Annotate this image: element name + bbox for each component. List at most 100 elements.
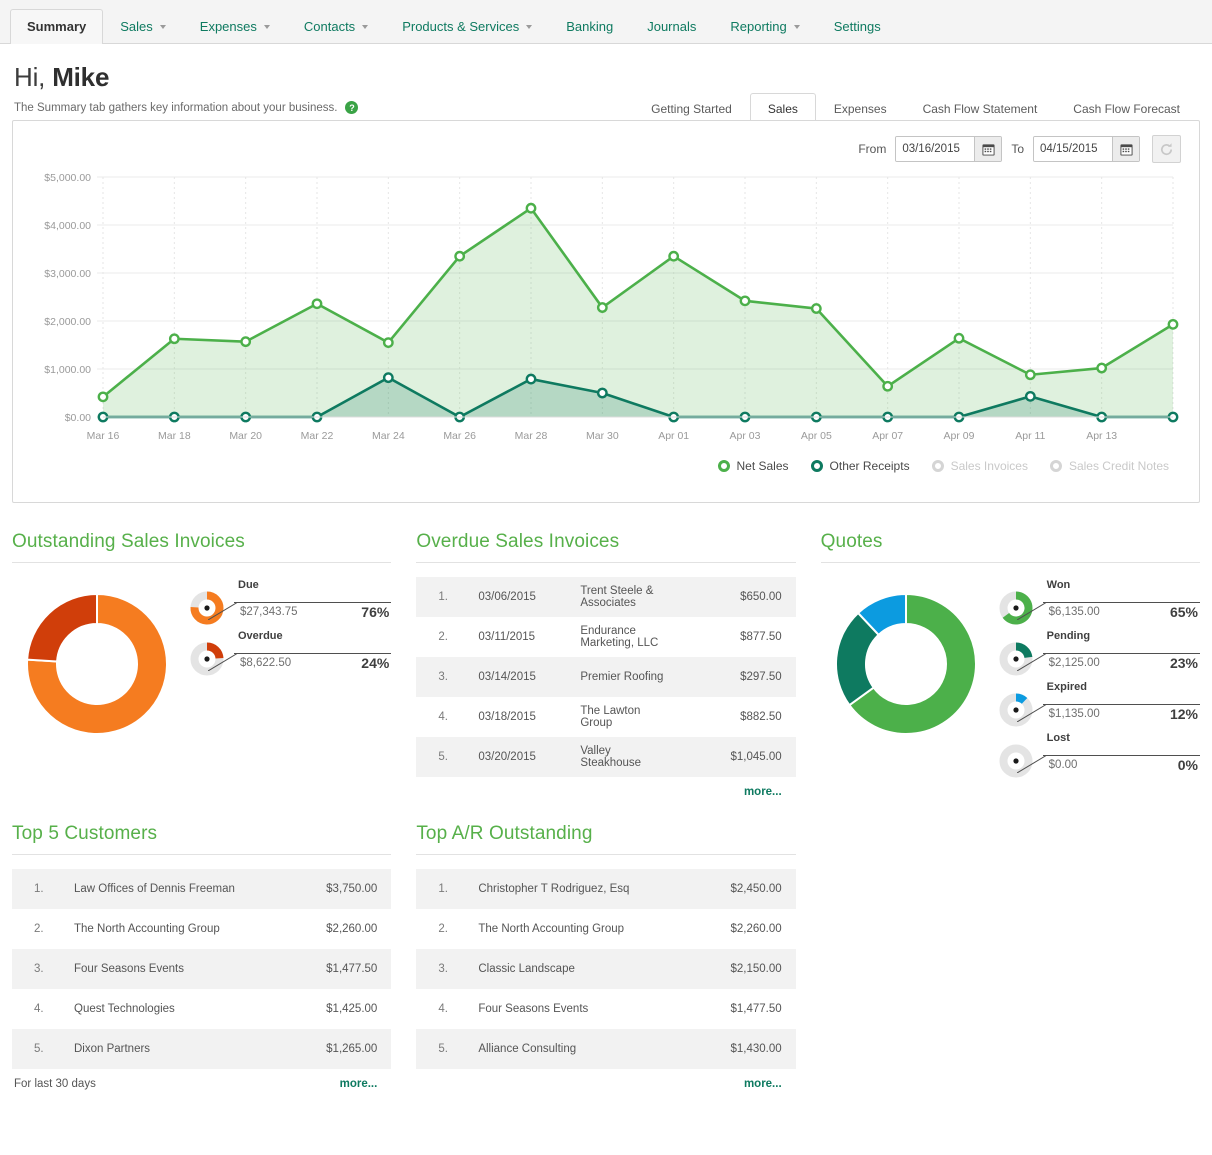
gauge-percent: 0% bbox=[1178, 757, 1198, 773]
row-name: Premier Roofing bbox=[566, 657, 683, 697]
table-row[interactable]: 1.03/06/2015Trent Steele & Associates$65… bbox=[416, 577, 795, 617]
gauge-amount: $0.00 bbox=[1049, 759, 1078, 771]
top-ar-more-link[interactable]: more... bbox=[744, 1078, 782, 1090]
table-row[interactable]: 4.Four Seasons Events$1,477.50 bbox=[416, 989, 795, 1029]
row-amount: $877.50 bbox=[684, 617, 796, 657]
nav-item-products-services[interactable]: Products & Services bbox=[385, 9, 549, 44]
table-row[interactable]: 2.The North Accounting Group$2,260.00 bbox=[416, 909, 795, 949]
row-index: 4. bbox=[416, 989, 464, 1029]
nav-item-label: Contacts bbox=[304, 19, 355, 34]
svg-text:$3,000.00: $3,000.00 bbox=[44, 268, 91, 280]
refresh-button[interactable] bbox=[1152, 135, 1181, 163]
nav-item-reporting[interactable]: Reporting bbox=[713, 9, 816, 44]
table-row[interactable]: 4.Quest Technologies$1,425.00 bbox=[12, 989, 391, 1029]
row-date: 03/20/2015 bbox=[464, 737, 566, 777]
table-row[interactable]: 5.Dixon Partners$1,265.00 bbox=[12, 1029, 391, 1069]
empty-panel-slot bbox=[821, 823, 1200, 1090]
table-row[interactable]: 3.03/14/2015Premier Roofing$297.50 bbox=[416, 657, 795, 697]
row-index: 3. bbox=[416, 949, 464, 989]
row-index: 1. bbox=[416, 577, 464, 617]
row-name: Alliance Consulting bbox=[464, 1029, 683, 1069]
overdue-sales-invoices-panel: Overdue Sales Invoices 1.03/06/2015Trent… bbox=[416, 531, 820, 798]
chevron-down-icon bbox=[794, 25, 800, 29]
row-index: 2. bbox=[12, 909, 60, 949]
from-date-input[interactable] bbox=[896, 137, 974, 161]
help-icon[interactable]: ? bbox=[345, 101, 358, 114]
from-date-field[interactable] bbox=[895, 136, 1002, 162]
nav-item-expenses[interactable]: Expenses bbox=[183, 9, 287, 44]
nav-item-journals[interactable]: Journals bbox=[630, 9, 713, 44]
user-name: Mike bbox=[52, 62, 109, 92]
nav-item-label: Settings bbox=[834, 19, 881, 34]
row-amount: $1,045.00 bbox=[684, 737, 796, 777]
row-name: Classic Landscape bbox=[464, 949, 683, 989]
gauge-legend-row[interactable]: Won$6,135.0065% bbox=[999, 579, 1200, 630]
row-index: 4. bbox=[12, 989, 60, 1029]
to-date-input[interactable] bbox=[1034, 137, 1112, 161]
row-name: Quest Technologies bbox=[60, 989, 279, 1029]
gauge-amount: $27,343.75 bbox=[240, 606, 298, 618]
svg-text:Apr 03: Apr 03 bbox=[730, 430, 761, 442]
row-amount: $1,477.50 bbox=[279, 949, 391, 989]
table-row[interactable]: 4.03/18/2015The Lawton Group$882.50 bbox=[416, 697, 795, 737]
nav-item-summary[interactable]: Summary bbox=[10, 9, 103, 44]
gauge-legend-row[interactable]: Pending$2,125.0023% bbox=[999, 630, 1200, 681]
gauge-legend-row[interactable]: Due$27,343.7576% bbox=[190, 579, 391, 630]
top-customers-more-row: For last 30 days more... bbox=[12, 1069, 391, 1090]
nav-item-sales[interactable]: Sales bbox=[103, 9, 183, 44]
gauge-label: Won bbox=[1047, 579, 1071, 591]
from-calendar-icon[interactable] bbox=[974, 137, 1001, 161]
gauge-legend-row[interactable]: Expired$1,135.0012% bbox=[999, 681, 1200, 732]
row-index: 1. bbox=[416, 869, 464, 909]
donut-slice[interactable] bbox=[27, 594, 97, 661]
chevron-down-icon bbox=[264, 25, 270, 29]
table-row[interactable]: 3.Four Seasons Events$1,477.50 bbox=[12, 949, 391, 989]
nav-item-settings[interactable]: Settings bbox=[817, 9, 898, 44]
row-amount: $297.50 bbox=[684, 657, 796, 697]
gauge-legend-row[interactable]: Lost $0.00 0% bbox=[999, 732, 1200, 783]
table-row[interactable]: 5.Alliance Consulting$1,430.00 bbox=[416, 1029, 795, 1069]
svg-text:Mar 30: Mar 30 bbox=[586, 430, 619, 442]
sales-chart-card: From To $5,000.00$4,000.00$3,000.00$2,00… bbox=[12, 120, 1200, 503]
nav-item-label: Banking bbox=[566, 19, 613, 34]
gauge-percent: 76% bbox=[361, 604, 389, 620]
quotes-panel: Quotes Won$6,135.0065%Pending$2,125.0023… bbox=[821, 531, 1200, 798]
table-row[interactable]: 1.Law Offices of Dennis Freeman$3,750.00 bbox=[12, 869, 391, 909]
gauge-label: Lost bbox=[1047, 732, 1070, 744]
nav-item-banking[interactable]: Banking bbox=[549, 9, 630, 44]
row-name: Dixon Partners bbox=[60, 1029, 279, 1069]
panel-row-bottom: Top 5 Customers 1.Law Offices of Dennis … bbox=[0, 823, 1212, 1090]
nav-item-label: Summary bbox=[27, 19, 86, 34]
row-index: 3. bbox=[416, 657, 464, 697]
overdue-invoices-table: 1.03/06/2015Trent Steele & Associates$65… bbox=[416, 577, 795, 777]
row-amount: $882.50 bbox=[684, 697, 796, 737]
svg-text:Mar 26: Mar 26 bbox=[443, 430, 476, 442]
row-amount: $2,260.00 bbox=[684, 909, 796, 949]
row-index: 4. bbox=[416, 697, 464, 737]
row-index: 5. bbox=[416, 737, 464, 777]
from-label: From bbox=[858, 142, 886, 156]
gauge-label: Pending bbox=[1047, 630, 1090, 642]
gauge-amount: $8,622.50 bbox=[240, 657, 291, 669]
gauge-percent: 65% bbox=[1170, 604, 1198, 620]
row-amount: $1,265.00 bbox=[279, 1029, 391, 1069]
overdue-more-link[interactable]: more... bbox=[744, 786, 782, 798]
table-row[interactable]: 5.03/20/2015Valley Steakhouse$1,045.00 bbox=[416, 737, 795, 777]
to-date-field[interactable] bbox=[1033, 136, 1140, 162]
table-row[interactable]: 2.03/11/2015Endurance Marketing, LLC$877… bbox=[416, 617, 795, 657]
table-row[interactable]: 1.Christopher T Rodriguez, Esq$2,450.00 bbox=[416, 869, 795, 909]
row-index: 5. bbox=[416, 1029, 464, 1069]
top-ar-table: 1.Christopher T Rodriguez, Esq$2,450.002… bbox=[416, 869, 795, 1069]
nav-item-contacts[interactable]: Contacts bbox=[287, 9, 385, 44]
row-amount: $3,750.00 bbox=[279, 869, 391, 909]
row-name: Endurance Marketing, LLC bbox=[566, 617, 683, 657]
table-row[interactable]: 3.Classic Landscape$2,150.00 bbox=[416, 949, 795, 989]
gauge-legend-row[interactable]: Overdue$8,622.5024% bbox=[190, 630, 391, 681]
top-customers-more-link[interactable]: more... bbox=[340, 1078, 378, 1090]
table-row[interactable]: 2.The North Accounting Group$2,260.00 bbox=[12, 909, 391, 949]
to-calendar-icon[interactable] bbox=[1112, 137, 1139, 161]
leader-line bbox=[1017, 704, 1049, 722]
quotes-donut-chart bbox=[821, 577, 999, 755]
svg-text:$2,000.00: $2,000.00 bbox=[44, 316, 91, 328]
svg-text:Mar 16: Mar 16 bbox=[87, 430, 120, 442]
